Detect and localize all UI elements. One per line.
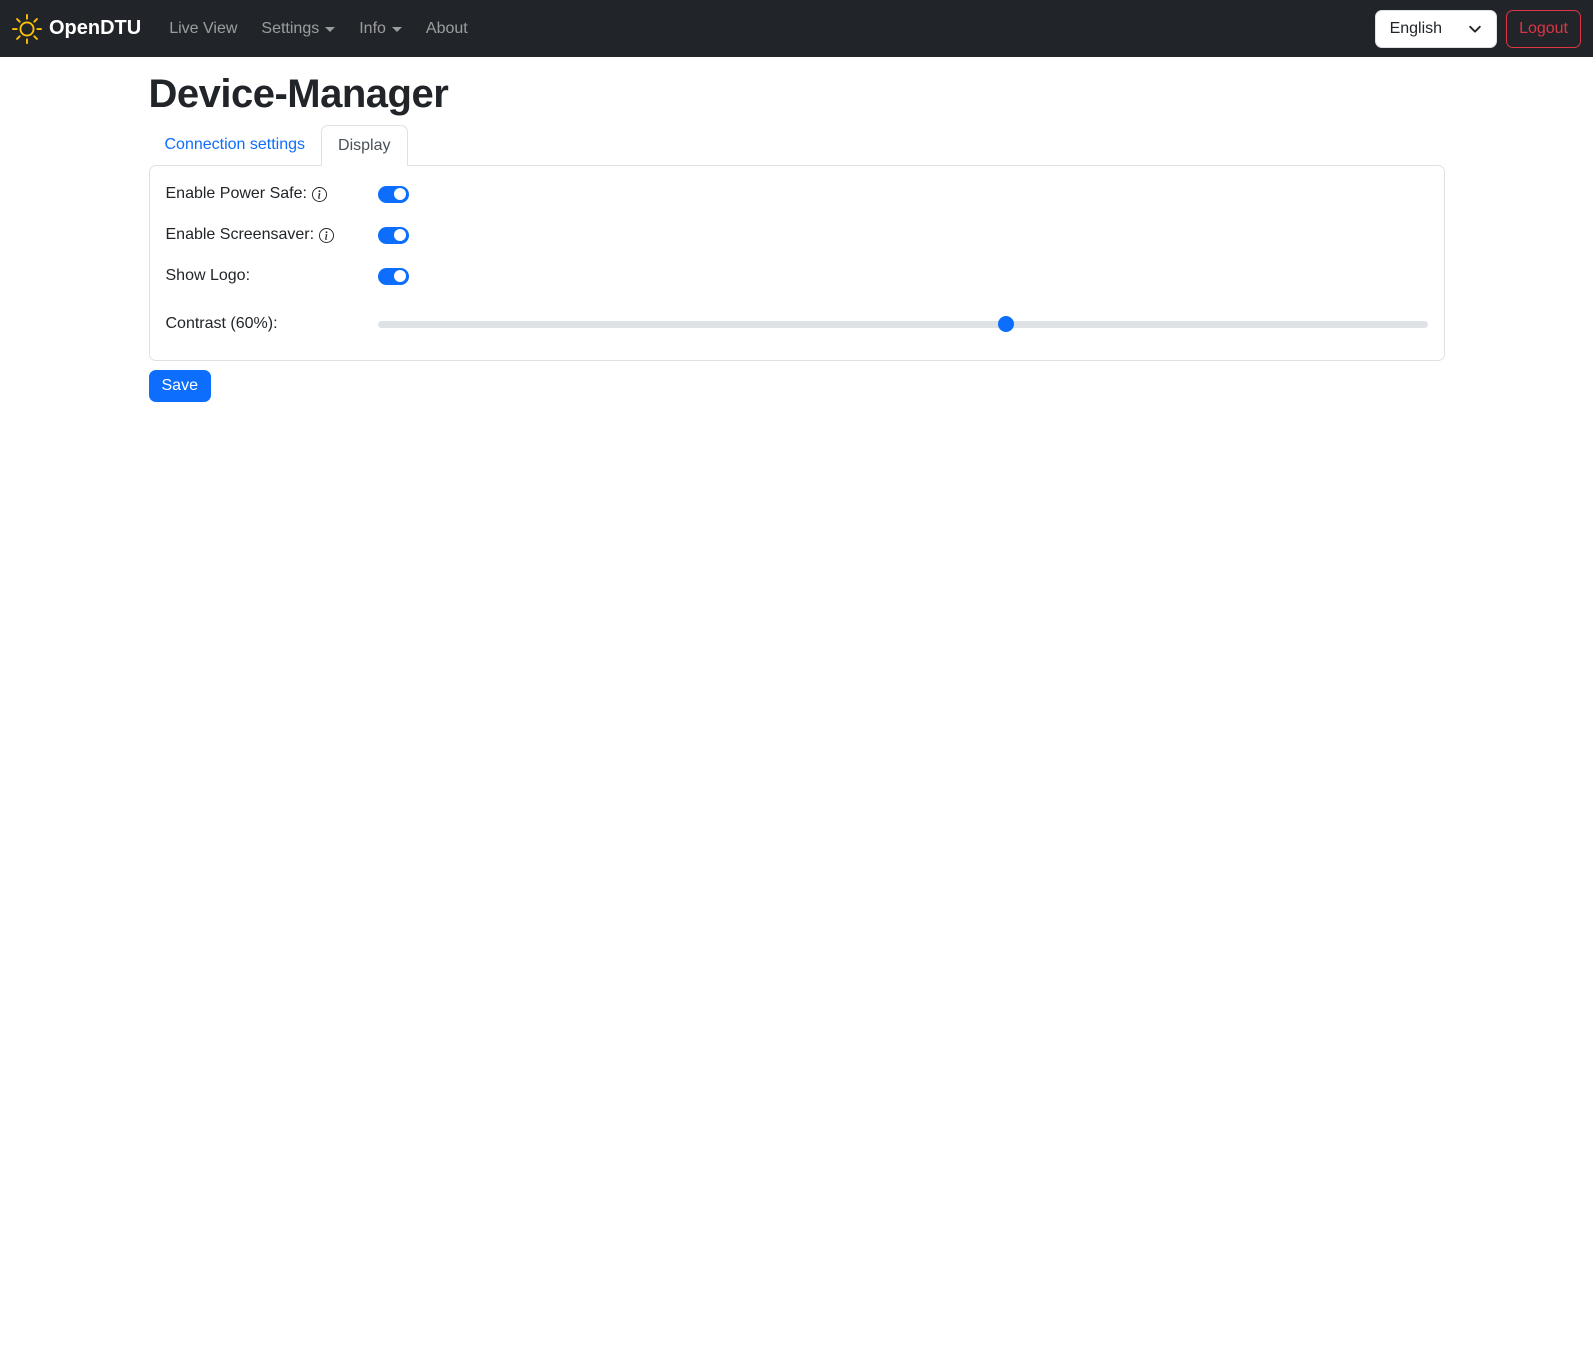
form-row-screensaver: Enable Screensaver: bbox=[166, 223, 1428, 247]
main-content: Device-Manager Connection settings Displ… bbox=[137, 72, 1457, 402]
nav-item-about[interactable]: About bbox=[418, 12, 476, 46]
screensaver-control bbox=[377, 223, 1428, 247]
display-settings-card: Enable Power Safe: Enable Screensaver: S… bbox=[148, 165, 1445, 361]
contrast-control bbox=[377, 312, 1428, 336]
form-row-contrast: Contrast (60%): bbox=[166, 312, 1428, 336]
language-select[interactable]: English bbox=[1374, 9, 1498, 48]
power-safe-toggle[interactable] bbox=[377, 185, 409, 203]
sun-icon bbox=[12, 13, 42, 44]
show-logo-toggle[interactable] bbox=[377, 267, 409, 285]
screensaver-toggle[interactable] bbox=[377, 226, 409, 244]
caret-down-icon bbox=[391, 27, 402, 32]
nav-item-info[interactable]: Info bbox=[351, 12, 410, 46]
brand-label: OpenDTU bbox=[49, 17, 142, 39]
tab-connection-settings[interactable]: Connection settings bbox=[149, 125, 322, 165]
form-row-power-safe: Enable Power Safe: bbox=[166, 182, 1428, 206]
screensaver-label: Enable Screensaver: bbox=[166, 223, 378, 247]
contrast-slider[interactable] bbox=[377, 316, 1428, 332]
info-icon[interactable] bbox=[311, 187, 327, 202]
show-logo-control bbox=[377, 264, 1428, 288]
show-logo-label: Show Logo: bbox=[166, 264, 378, 288]
power-safe-label-text: Enable Power Safe: bbox=[165, 185, 307, 202]
page-title: Device-Manager bbox=[148, 72, 449, 116]
save-button[interactable]: Save bbox=[148, 370, 211, 402]
caret-down-icon bbox=[325, 27, 336, 32]
power-safe-control bbox=[377, 182, 1428, 206]
form-row-show-logo: Show Logo: bbox=[166, 264, 1428, 288]
navbar-right: English Logout bbox=[1374, 9, 1581, 48]
language-select-value: English bbox=[1389, 19, 1443, 37]
power-safe-label: Enable Power Safe: bbox=[166, 182, 378, 206]
screensaver-label-text: Enable Screensaver: bbox=[165, 226, 315, 243]
nav-item-settings-label: Settings bbox=[261, 19, 320, 37]
nav-item-settings[interactable]: Settings bbox=[253, 12, 343, 46]
logout-button[interactable]: Logout bbox=[1506, 9, 1581, 48]
chevron-down-icon bbox=[1468, 22, 1482, 36]
navbar: OpenDTU Live View Settings Info About En… bbox=[0, 0, 1593, 57]
contrast-label: Contrast (60%): bbox=[166, 312, 378, 336]
nav-item-info-label: Info bbox=[359, 19, 386, 37]
info-icon[interactable] bbox=[319, 228, 335, 243]
brand-link[interactable]: OpenDTU bbox=[12, 13, 142, 44]
tab-display[interactable]: Display bbox=[321, 125, 408, 166]
nav-links: Live View Settings Info About bbox=[157, 12, 1374, 46]
show-logo-label-text: Show Logo: bbox=[165, 267, 251, 284]
contrast-label-text: Contrast (60%): bbox=[165, 315, 278, 332]
tab-bar: Connection settings Display bbox=[149, 125, 1445, 166]
nav-item-live-view[interactable]: Live View bbox=[161, 12, 245, 46]
display-settings-form: Enable Power Safe: Enable Screensaver: S… bbox=[150, 166, 1444, 360]
